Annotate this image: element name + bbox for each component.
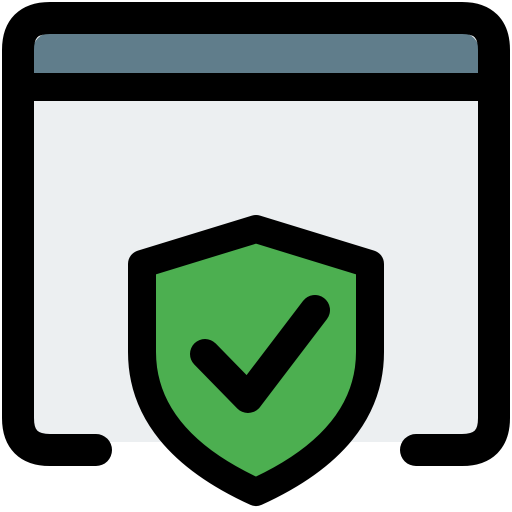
secure-browser-window-icon: [0, 0, 512, 512]
shield-icon: [128, 215, 384, 506]
icon-canvas: [2, 2, 510, 506]
title-bar: [32, 32, 480, 78]
